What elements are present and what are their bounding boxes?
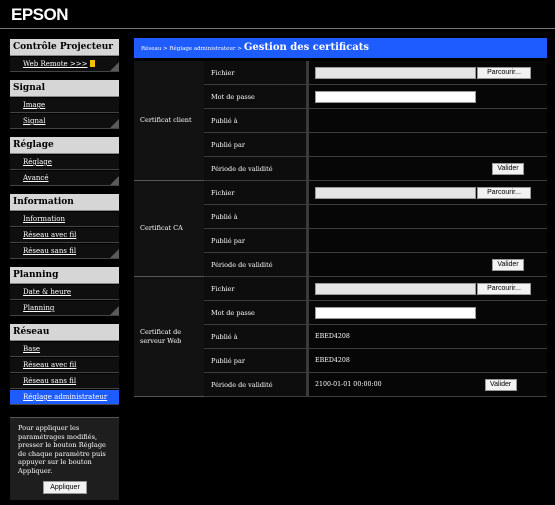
field-label: Fichier [204, 61, 308, 85]
link-label[interactable]: Base [23, 345, 40, 353]
breadcrumb-path[interactable]: Réseau > Réglage administrateur > [141, 46, 242, 52]
sidebar-item-image[interactable]: Image [10, 98, 119, 113]
link-label[interactable]: Information [23, 215, 65, 223]
section-settings: Réglage Réglage Avancé [10, 137, 119, 186]
link-label[interactable]: Réseau sans fil [23, 377, 76, 385]
field-label: Période de validité [204, 372, 308, 397]
link-label[interactable]: Signal [23, 117, 45, 125]
main-panel: Réseau > Réglage administrateur > Gestion… [134, 38, 547, 397]
sidebar-item-wired-info[interactable]: Réseau avec fil [10, 228, 119, 243]
link-label[interactable]: Avancé [23, 174, 48, 182]
client-validate-button[interactable]: Valider [492, 162, 524, 175]
client-file-cell: Parcourir... [306, 61, 547, 85]
link-label[interactable]: Réglage administrateur [23, 393, 107, 401]
table-row: Certificat CA Fichier Parcourir... [134, 180, 547, 277]
field-label: Mot de passe [204, 84, 308, 109]
ca-file-input[interactable] [315, 186, 476, 199]
field-label: Publié par [204, 132, 308, 157]
ca-validity-cell: Valider [306, 252, 547, 277]
client-validity-cell: Valider [306, 156, 547, 181]
sidebar-item-base[interactable]: Base [10, 342, 119, 357]
field-label: Fichier [204, 180, 308, 205]
sidebar-item-date-time[interactable]: Date & heure [10, 285, 119, 300]
ca-browse-button[interactable]: Parcourir... [477, 186, 531, 199]
section-network: Réseau Base Réseau avec fil Réseau sans … [10, 324, 119, 405]
table-row: Certificat client Fichier Parcourir... [134, 61, 547, 181]
section-planning: Planning Date & heure Planning [10, 267, 119, 316]
web-password-input[interactable] [315, 306, 476, 319]
sidebar-item-admin-settings[interactable]: Réglage administrateur [10, 390, 119, 405]
client-browse-button[interactable]: Parcourir... [477, 66, 531, 79]
section-title: Réglage [10, 137, 119, 154]
web-browse-button[interactable]: Parcourir... [477, 282, 531, 295]
ca-cert-label: Certificat CA [134, 180, 204, 277]
link-label[interactable]: Web Remote >>> [23, 60, 88, 68]
table-row: Certificat de serveur Web Fichier Parcou… [134, 276, 547, 397]
link-label[interactable]: Réglage [23, 158, 52, 166]
notepad-icon [89, 60, 95, 67]
link-label[interactable]: Planning [23, 304, 54, 312]
sidebar-item-signal[interactable]: Signal [10, 114, 119, 129]
web-validity-cell: 2100-01-01 00:00:00 Valider [306, 372, 547, 397]
web-password-cell [306, 300, 547, 325]
link-label[interactable]: Date & heure [23, 288, 71, 296]
link-label[interactable]: Réseau sans fil [23, 247, 76, 255]
ca-file-cell: Parcourir... [306, 180, 547, 205]
sidebar-item-wireless-network[interactable]: Réseau sans fil [10, 374, 119, 389]
apply-button[interactable]: Appliquer [43, 481, 87, 494]
sidebar-item-advanced[interactable]: Avancé [10, 171, 119, 186]
sidebar-item-wireless-info[interactable]: Réseau sans fil [10, 244, 119, 259]
sidebar-item-settings[interactable]: Réglage [10, 155, 119, 170]
field-label: Publié à [204, 324, 308, 349]
web-cert-label: Certificat de serveur Web [134, 276, 204, 397]
sidebar: Contrôle Projecteur Web Remote >>> Signa… [10, 39, 119, 413]
ca-issued-to [306, 204, 547, 229]
epson-logo: EPSON [11, 5, 69, 24]
sidebar-item-web-remote[interactable]: Web Remote >>> [10, 57, 119, 72]
header-divider [0, 28, 555, 29]
sidebar-item-wired-network[interactable]: Réseau avec fil [10, 358, 119, 373]
ca-validate-button[interactable]: Valider [492, 258, 524, 271]
section-title: Contrôle Projecteur [10, 39, 119, 56]
section-title: Signal [10, 80, 119, 97]
apply-info-box: Pour appliquer les paramétrages modifiés… [10, 417, 119, 500]
web-issued-by: EBED4208 [306, 348, 547, 373]
apply-instructions: Pour appliquer les paramétrages modifiés… [18, 424, 106, 475]
link-label[interactable]: Réseau avec fil [23, 361, 76, 369]
field-label: Fichier [204, 276, 308, 301]
section-title: Planning [10, 267, 119, 284]
client-file-input[interactable] [315, 66, 476, 79]
section-title: Information [10, 194, 119, 211]
section-projector-control: Contrôle Projecteur Web Remote >>> [10, 39, 119, 72]
web-issued-to: EBED4208 [306, 324, 547, 349]
field-label: Publié à [204, 204, 308, 229]
client-password-cell [306, 84, 547, 109]
section-title: Réseau [10, 324, 119, 341]
web-validate-button[interactable]: Valider [484, 378, 517, 391]
field-label: Période de validité [204, 252, 308, 277]
web-file-cell: Parcourir... [306, 276, 547, 301]
field-label: Mot de passe [204, 300, 308, 325]
section-signal: Signal Image Signal [10, 80, 119, 129]
link-label[interactable]: Réseau avec fil [23, 231, 76, 239]
client-issued-by [306, 132, 547, 157]
field-label: Publié par [204, 348, 308, 373]
client-issued-to [306, 108, 547, 133]
client-cert-label: Certificat client [134, 61, 204, 181]
link-label[interactable]: Image [23, 101, 45, 109]
field-label: Publié à [204, 108, 308, 133]
web-validity: 2100-01-01 00:00:00 [315, 380, 382, 388]
field-label: Publié par [204, 228, 308, 253]
ca-issued-by [306, 228, 547, 253]
web-file-input[interactable] [315, 282, 476, 295]
certificate-table: Certificat client Fichier Parcourir... M… [134, 61, 547, 397]
field-label: Période de validité [204, 156, 308, 181]
sidebar-item-planning[interactable]: Planning [10, 301, 119, 316]
section-information: Information Information Réseau avec fil … [10, 194, 119, 259]
breadcrumb: Réseau > Réglage administrateur > Gestion… [134, 38, 547, 58]
page-title: Gestion des certificats [243, 42, 369, 53]
client-password-input[interactable] [315, 90, 476, 103]
sidebar-item-information[interactable]: Information [10, 212, 119, 227]
